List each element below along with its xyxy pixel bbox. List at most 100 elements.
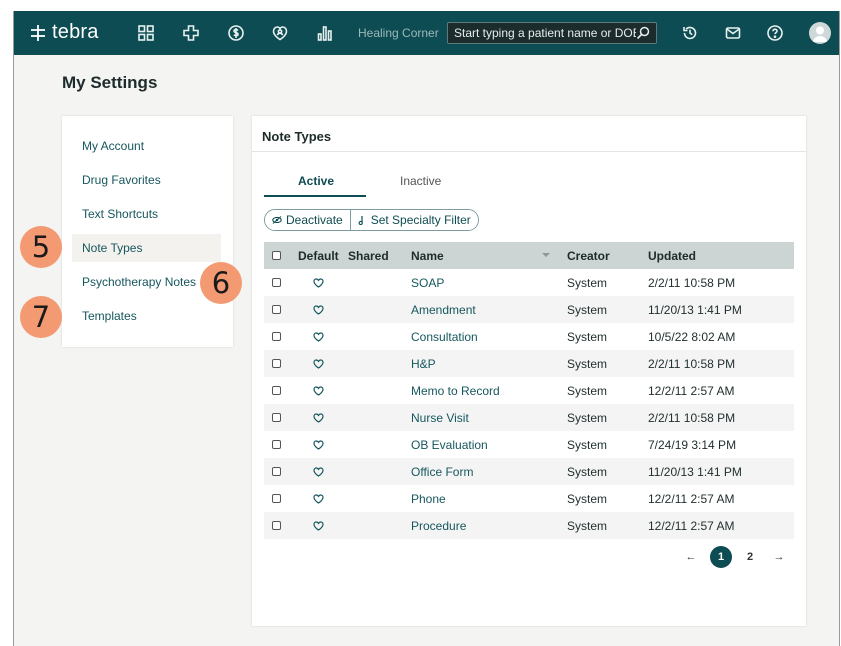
heart-icon[interactable]: [313, 385, 324, 396]
select-all-checkbox[interactable]: [272, 251, 281, 260]
row-select-cell: [272, 323, 281, 350]
menu-item-text-shortcuts[interactable]: Text Shortcuts: [72, 200, 221, 228]
user-avatar-icon[interactable]: [809, 22, 831, 44]
creator-cell: System: [567, 464, 608, 479]
heart-icon[interactable]: [313, 331, 324, 342]
column-header-default[interactable]: Default: [298, 242, 339, 269]
heart-icon[interactable]: [313, 493, 324, 504]
row-checkbox[interactable]: [272, 359, 281, 368]
active-tab-indicator: [264, 195, 366, 197]
patient-search-input[interactable]: Start typing a patient name or DOB: [447, 22, 657, 44]
table-row[interactable]: Nurse Visit System 2/2/11 10:58 PM: [264, 404, 794, 431]
note-type-name-link[interactable]: Nurse Visit: [411, 411, 469, 425]
menu-item-psychotherapy-notes[interactable]: Psychotherapy Notes: [72, 268, 221, 296]
heart-icon[interactable]: [313, 277, 324, 288]
settings-menu: My Account Drug Favorites Text Shortcuts…: [62, 116, 233, 347]
column-header-name[interactable]: Name: [411, 242, 444, 269]
default-cell: [298, 323, 324, 350]
column-header-creator[interactable]: Creator: [567, 242, 610, 269]
pagination-current-page[interactable]: 1: [710, 546, 732, 568]
tab-active[interactable]: Active: [298, 174, 334, 188]
menu-item-note-types[interactable]: Note Types: [72, 234, 221, 262]
row-select-cell: [272, 350, 281, 377]
column-header-updated[interactable]: Updated: [648, 242, 696, 269]
heart-icon[interactable]: [313, 520, 324, 531]
patient-engagement-icon[interactable]: [270, 23, 290, 43]
note-type-name-link[interactable]: Phone: [411, 492, 446, 506]
tebra-logo-icon: [31, 24, 45, 41]
callout-marker-6: 6: [200, 262, 242, 304]
table-row[interactable]: SOAP System 2/2/11 10:58 PM: [264, 269, 794, 296]
creator-cell: System: [567, 383, 608, 398]
dashboard-icon[interactable]: [136, 23, 156, 43]
set-specialty-filter-button[interactable]: Set Specialty Filter: [349, 210, 478, 230]
history-icon[interactable]: [680, 23, 700, 43]
search-placeholder: Start typing a patient name or DOB: [454, 26, 636, 40]
callout-marker-7: 7: [20, 296, 62, 338]
updated-cell: 2/2/11 10:58 PM: [648, 275, 736, 290]
row-checkbox[interactable]: [272, 305, 281, 314]
note-type-name-link[interactable]: Office Form: [411, 465, 473, 479]
brand-name: tebra: [52, 21, 99, 43]
note-type-name-link[interactable]: OB Evaluation: [411, 438, 488, 452]
menu-item-drug-favorites[interactable]: Drug Favorites: [72, 166, 221, 194]
row-checkbox[interactable]: [272, 332, 281, 341]
note-types-panel: Note Types Active Inactive Deactivate Se…: [252, 116, 806, 626]
default-cell: [298, 512, 324, 539]
deactivate-button[interactable]: Deactivate: [265, 210, 350, 230]
row-checkbox[interactable]: [272, 494, 281, 503]
mail-icon[interactable]: [723, 23, 743, 43]
updated-cell: 10/5/22 8:02 AM: [648, 329, 736, 344]
row-checkbox[interactable]: [272, 440, 281, 449]
next-page-arrow-icon[interactable]: →: [772, 546, 786, 568]
creator-cell: System: [567, 437, 608, 452]
previous-page-arrow-icon[interactable]: ←: [684, 546, 698, 568]
note-type-name-link[interactable]: Memo to Record: [411, 384, 500, 398]
table-row[interactable]: Consultation System 10/5/22 8:02 AM: [264, 323, 794, 350]
table-row[interactable]: Procedure System 12/2/11 2:57 AM: [264, 512, 794, 539]
table-row[interactable]: OB Evaluation System 7/24/19 3:14 PM: [264, 431, 794, 458]
medical-cross-icon[interactable]: [181, 23, 201, 43]
reports-chart-icon[interactable]: [315, 23, 335, 43]
row-checkbox[interactable]: [272, 278, 281, 287]
menu-item-my-account[interactable]: My Account: [72, 132, 221, 160]
top-navigation-bar: tebra Healing Corner Start typing a pati…: [14, 11, 839, 55]
table-row[interactable]: Office Form System 11/20/13 1:41 PM: [264, 458, 794, 485]
tab-inactive[interactable]: Inactive: [400, 174, 441, 188]
billing-dollar-icon[interactable]: [226, 23, 246, 43]
search-icon[interactable]: [636, 26, 650, 40]
specialty-filter-label: Set Specialty Filter: [370, 213, 471, 227]
help-icon[interactable]: [765, 23, 785, 43]
creator-cell: System: [567, 491, 608, 506]
note-types-table: Default Shared Name Creator Updated SOAP…: [264, 242, 794, 539]
row-checkbox[interactable]: [272, 386, 281, 395]
menu-item-templates[interactable]: Templates: [72, 302, 221, 330]
sort-caret-icon[interactable]: [542, 253, 550, 257]
heart-icon[interactable]: [313, 412, 324, 423]
table-header-row: Default Shared Name Creator Updated: [264, 242, 794, 269]
note-type-name-link[interactable]: Amendment: [411, 303, 476, 317]
table-row[interactable]: Memo to Record System 12/2/11 2:57 AM: [264, 377, 794, 404]
row-checkbox[interactable]: [272, 521, 281, 530]
note-type-name-link[interactable]: SOAP: [411, 276, 444, 290]
note-type-name-link[interactable]: Consultation: [411, 330, 478, 344]
table-row[interactable]: Amendment System 11/20/13 1:41 PM: [264, 296, 794, 323]
row-checkbox[interactable]: [272, 467, 281, 476]
heart-icon[interactable]: [313, 358, 324, 369]
table-row[interactable]: H&P System 2/2/11 10:58 PM: [264, 350, 794, 377]
pagination-page-2[interactable]: 2: [743, 546, 757, 568]
creator-cell: System: [567, 329, 608, 344]
practice-name[interactable]: Healing Corner: [358, 26, 439, 40]
heart-icon[interactable]: [313, 466, 324, 477]
row-checkbox[interactable]: [272, 413, 281, 422]
note-type-name-link[interactable]: Procedure: [411, 519, 466, 533]
heart-icon[interactable]: [313, 304, 324, 315]
column-header-shared[interactable]: Shared: [348, 242, 389, 269]
heart-icon[interactable]: [313, 439, 324, 450]
note-type-name-link[interactable]: H&P: [411, 357, 436, 371]
row-select-cell: [272, 458, 281, 485]
table-row[interactable]: Phone System 12/2/11 2:57 AM: [264, 485, 794, 512]
updated-cell: 11/20/13 1:41 PM: [648, 464, 742, 479]
row-select-cell: [272, 269, 281, 296]
tebra-logo[interactable]: tebra: [28, 21, 99, 44]
